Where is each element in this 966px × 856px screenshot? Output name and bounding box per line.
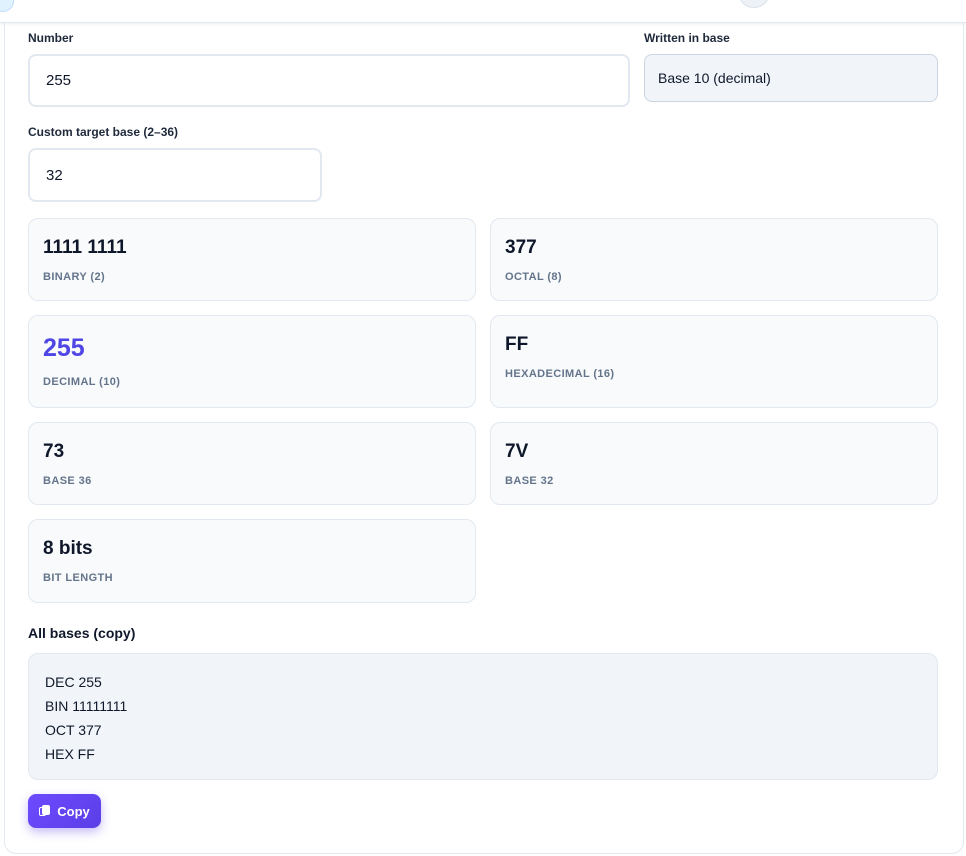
result-card-decimal: 255 DECIMAL (10)	[28, 315, 476, 408]
output-line-bin: BIN 11111111	[45, 698, 128, 714]
custom-base-input-value: 32	[46, 166, 63, 184]
output-line-dec: DEC 255	[45, 674, 102, 690]
octal-caption: OCTAL (8)	[505, 271, 562, 283]
all-bases-output[interactable]: DEC 255 BIN 11111111 OCT 377 HEX FF	[28, 653, 938, 780]
copy-button[interactable]: Copy	[28, 794, 101, 828]
copy-icon	[39, 805, 51, 817]
result-card-base36: 73 BASE 36	[28, 422, 476, 505]
base-select-value: Base 10 (decimal)	[658, 70, 771, 86]
avatar[interactable]	[738, 0, 770, 8]
decimal-value: 255	[43, 334, 85, 362]
hexadecimal-value: FF	[505, 334, 529, 355]
app-logo-icon[interactable]	[0, 0, 14, 12]
hexadecimal-caption: HEXADECIMAL (16)	[505, 368, 615, 380]
base32-value: 7V	[505, 441, 529, 462]
bit-length-value: 8 bits	[43, 538, 93, 559]
number-input-value: 255	[46, 72, 72, 89]
copy-button-label: Copy	[57, 803, 90, 819]
base36-caption: BASE 36	[43, 475, 92, 487]
decimal-caption: DECIMAL (10)	[43, 376, 121, 388]
result-card-octal: 377 OCTAL (8)	[490, 218, 938, 301]
output-line-hex: HEX FF	[45, 746, 95, 762]
result-card-bit-length: 8 bits BIT LENGTH	[28, 519, 476, 603]
base-label: Written in base	[644, 31, 730, 45]
number-label: Number	[28, 31, 74, 45]
base-select[interactable]: Base 10 (decimal)	[644, 54, 938, 102]
octal-value: 377	[505, 237, 537, 258]
result-card-hexadecimal: FF HEXADECIMAL (16)	[490, 315, 938, 408]
result-card-binary: 1111 1111 BINARY (2)	[28, 218, 476, 301]
base32-caption: BASE 32	[505, 475, 554, 487]
all-bases-title: All bases (copy)	[28, 625, 136, 641]
custom-base-input[interactable]: 32	[28, 148, 322, 202]
top-bar	[0, 0, 966, 23]
binary-value: 1111 1111	[43, 237, 127, 258]
bit-length-caption: BIT LENGTH	[43, 572, 113, 584]
binary-caption: BINARY (2)	[43, 271, 106, 283]
base36-value: 73	[43, 441, 65, 462]
result-card-base32: 7V BASE 32	[490, 422, 938, 505]
number-input[interactable]: 255	[28, 54, 630, 107]
custom-base-label: Custom target base (2–36)	[28, 125, 179, 139]
output-line-oct: OCT 377	[45, 722, 102, 738]
